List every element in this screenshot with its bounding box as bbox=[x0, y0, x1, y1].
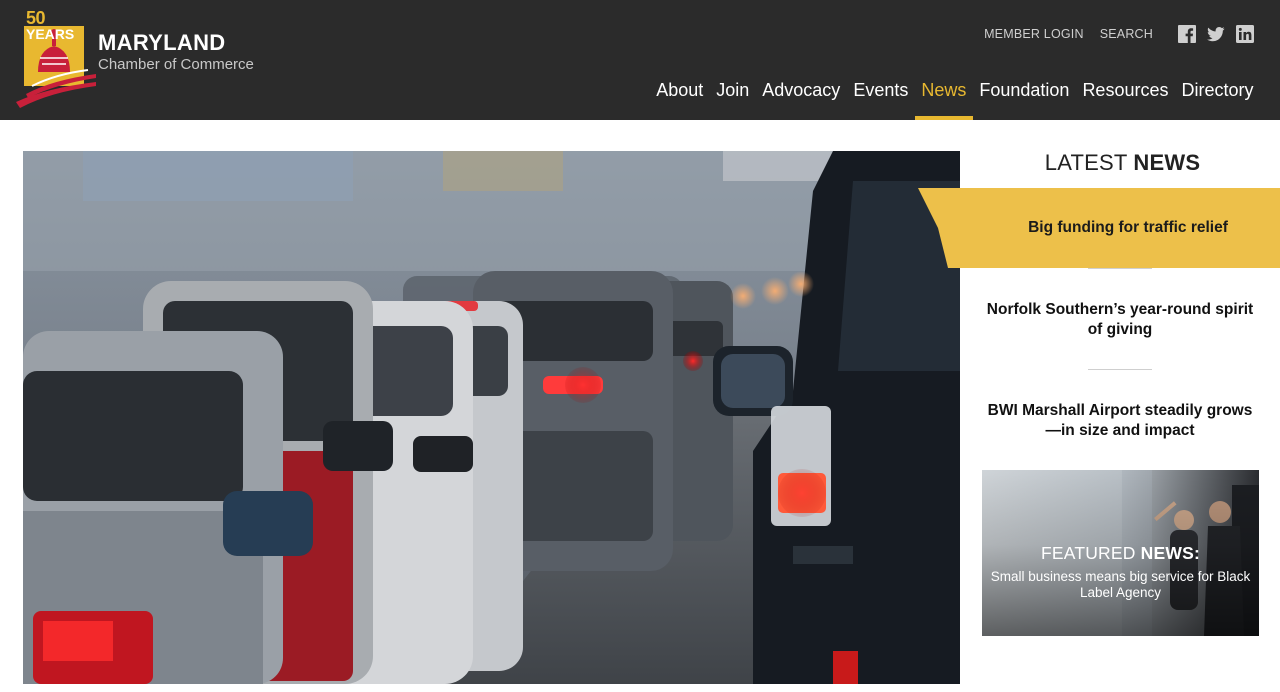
nav-directory[interactable]: Directory bbox=[1175, 70, 1260, 120]
nav-resources[interactable]: Resources bbox=[1076, 70, 1175, 120]
nav-news[interactable]: News bbox=[914, 70, 973, 120]
latest-news-heading: LATEST NEWS bbox=[965, 150, 1280, 176]
search-link[interactable]: SEARCH bbox=[1100, 27, 1153, 41]
linkedin-icon[interactable] bbox=[1236, 25, 1254, 43]
anniversary-badge: 50 YEARS bbox=[26, 8, 75, 42]
featured-heading-bold: NEWS: bbox=[1140, 543, 1200, 563]
news-divider bbox=[1088, 268, 1152, 269]
nav-about[interactable]: About bbox=[650, 70, 710, 120]
site-header: 50 YEARS MARYLAND Chamber of Commerce ME… bbox=[0, 0, 1280, 120]
brand-subtitle: Chamber of Commerce bbox=[98, 56, 254, 73]
twitter-icon[interactable] bbox=[1207, 25, 1225, 43]
nav-events[interactable]: Events bbox=[847, 70, 915, 120]
utility-nav: MEMBER LOGIN SEARCH bbox=[968, 24, 1254, 44]
anniversary-word: YEARS bbox=[26, 26, 75, 42]
latest-news-heading-bold: NEWS bbox=[1133, 150, 1201, 175]
maryland-chamber-logo[interactable]: 50 YEARS MARYLAND Chamber of Commerce bbox=[16, 8, 266, 110]
nav-foundation[interactable]: Foundation bbox=[973, 70, 1076, 120]
news-item[interactable]: BWI Marshall Airport steadily grows—in s… bbox=[980, 401, 1260, 441]
main-nav: About Join Advocacy Events News Foundati… bbox=[650, 70, 1260, 120]
featured-news-card[interactable]: FEATURED NEWS: Small business means big … bbox=[982, 470, 1259, 636]
nav-join[interactable]: Join bbox=[710, 70, 756, 120]
member-login-link[interactable]: MEMBER LOGIN bbox=[984, 27, 1084, 41]
hero-traffic-image[interactable] bbox=[23, 151, 960, 684]
brand-name: MARYLAND bbox=[98, 30, 226, 55]
featured-news-title: Small business means big service for Bla… bbox=[990, 569, 1251, 600]
news-item-active[interactable]: Big funding for traffic relief bbox=[918, 188, 1280, 268]
news-item[interactable]: Norfolk Southern’s year-round spirit of … bbox=[980, 300, 1260, 340]
news-divider bbox=[1088, 369, 1152, 370]
nav-advocacy[interactable]: Advocacy bbox=[756, 70, 847, 120]
latest-news-heading-light: LATEST bbox=[1044, 150, 1128, 175]
anniversary-number: 50 bbox=[26, 8, 46, 28]
facebook-icon[interactable] bbox=[1178, 25, 1196, 43]
traffic-jam-photo bbox=[23, 151, 960, 684]
social-links bbox=[1167, 25, 1254, 43]
featured-heading-light: FEATURED bbox=[1040, 543, 1136, 563]
featured-news-heading: FEATURED NEWS: bbox=[982, 543, 1259, 564]
news-item-title: Big funding for traffic relief bbox=[1028, 219, 1228, 236]
